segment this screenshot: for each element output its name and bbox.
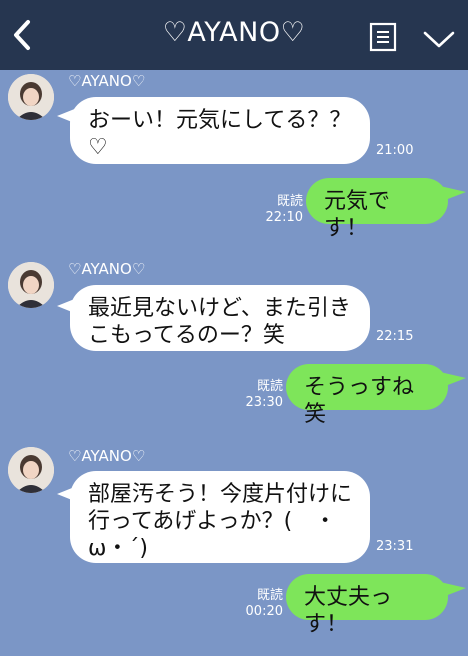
document-list-icon	[369, 22, 397, 52]
message-time: 22:15	[376, 329, 414, 344]
message-meta: 既読 23:30	[238, 379, 283, 411]
bubble-tail	[440, 372, 466, 388]
message-bubble[interactable]: 大丈夫っす！	[286, 574, 448, 637]
menu-button[interactable]	[368, 22, 398, 52]
message-bubble[interactable]: おーい！元気にしてる？？♡	[70, 97, 370, 164]
message-meta: 既読 00:20	[238, 588, 283, 620]
message-time: 22:10	[265, 210, 303, 225]
read-status: 既読	[256, 588, 283, 603]
avatar-photo	[8, 262, 54, 308]
avatar[interactable]	[8, 262, 54, 308]
avatar[interactable]	[8, 74, 54, 120]
message-bubble[interactable]: 元気です！	[306, 178, 448, 241]
avatar[interactable]	[8, 447, 54, 493]
sender-name: ♡AYANO♡	[68, 447, 146, 465]
sender-name: ♡AYANO♡	[68, 260, 146, 278]
collapse-button[interactable]	[420, 26, 458, 52]
message-time: 21:00	[376, 143, 414, 158]
message-time: 23:30	[245, 395, 283, 410]
read-status: 既読	[256, 379, 283, 394]
bubble-tail	[440, 582, 466, 598]
message-time: 00:20	[245, 604, 283, 619]
sender-name: ♡AYANO♡	[68, 72, 146, 90]
bubble-tail	[440, 186, 466, 202]
chevron-down-icon	[423, 31, 455, 48]
message-bubble[interactable]: 最近見ないけど、また引きこもってるのー？笑	[70, 285, 370, 351]
message-meta: 既読 22:10	[258, 194, 303, 226]
chat-header: ♡AYANO♡	[0, 0, 468, 70]
message-time: 23:31	[376, 539, 414, 554]
avatar-photo	[8, 74, 54, 120]
message-bubble[interactable]: そうっすね笑	[286, 364, 448, 427]
avatar-photo	[8, 447, 54, 493]
read-status: 既読	[276, 194, 303, 209]
message-bubble[interactable]: 部屋汚そう！今度片付けに行ってあげよっか？( ・ω・´)	[70, 471, 370, 563]
